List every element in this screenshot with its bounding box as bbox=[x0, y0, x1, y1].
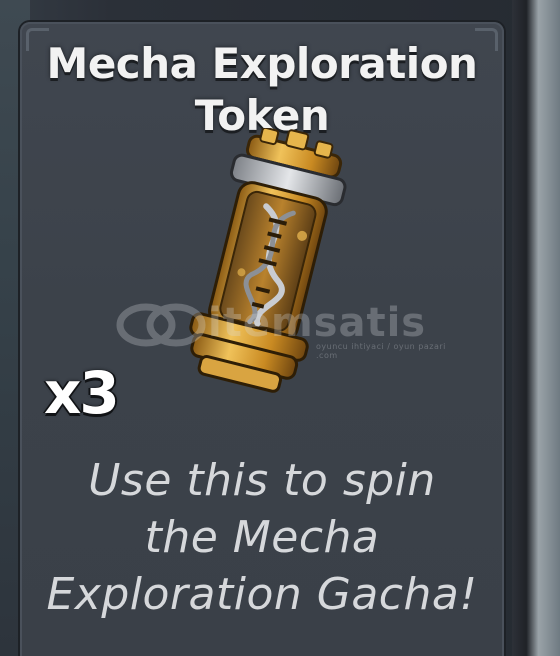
background-right bbox=[512, 0, 560, 656]
watermark: itemsatis oyuncu ihtiyaci / oyun pazari … bbox=[116, 300, 456, 360]
mecha-token-capsule-icon bbox=[189, 128, 347, 393]
item-description: Use this to spin the Mecha Exploration G… bbox=[20, 452, 504, 623]
item-title: Mecha Exploration Token bbox=[20, 38, 504, 142]
item-description-line-1: Use this to spin bbox=[88, 455, 436, 506]
watermark-logo-icon bbox=[116, 303, 206, 347]
item-description-line-3: Exploration Gacha! bbox=[46, 569, 478, 620]
item-description-line-2: the Mecha bbox=[144, 512, 380, 563]
game-screen: Mecha Exploration Token itemsatis oyuncu… bbox=[0, 0, 560, 656]
watermark-subtext: oyuncu ihtiyaci / oyun pazari .com bbox=[316, 342, 446, 360]
watermark-text: itemsatis bbox=[208, 300, 427, 346]
item-title-line-1: Mecha Exploration bbox=[46, 39, 478, 88]
item-quantity: x3 bbox=[44, 359, 120, 427]
